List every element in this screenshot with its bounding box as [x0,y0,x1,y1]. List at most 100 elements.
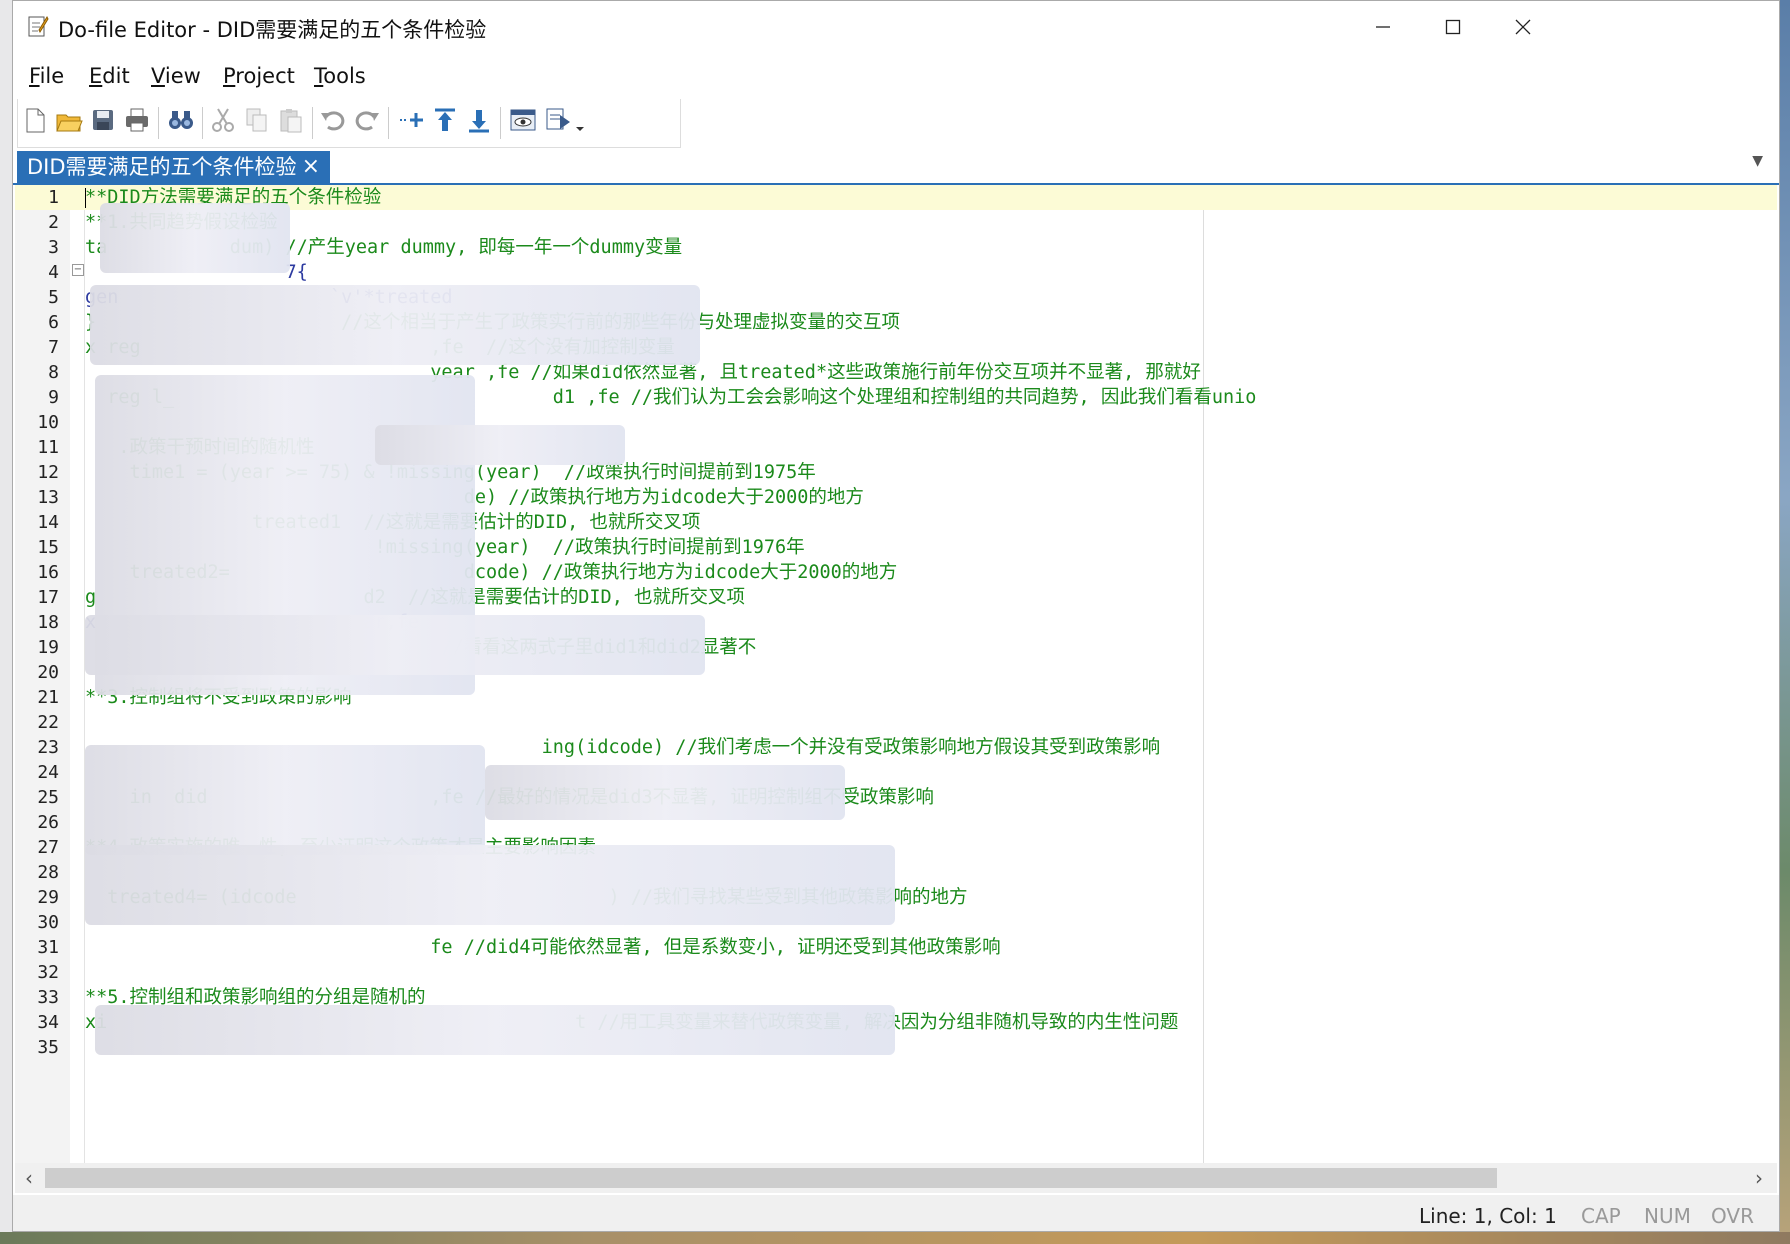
run-do-icon[interactable] [544,105,588,135]
line-number: 1 [48,187,59,208]
code-line[interactable]: 22 [15,710,1777,735]
scroll-left-icon[interactable]: ‹ [25,1166,33,1190]
redacted-region [85,745,485,855]
toolbar-separator [202,107,203,139]
line-number: 13 [37,487,59,508]
line-number: 15 [37,537,59,558]
horizontal-scrollbar[interactable]: ‹ › [15,1163,1777,1193]
move-down-icon[interactable] [464,105,494,135]
status-bar: Line: 1, Col: 1 CAP NUM OVR [13,1195,1779,1231]
line-number: 4 [48,262,59,283]
code-text: fe //did4可能依然显著, 但是系数变小, 证明还受到其他政策影响 [85,937,1001,958]
line-number: 22 [37,712,59,733]
scroll-right-icon[interactable]: › [1755,1166,1763,1190]
show-file-icon[interactable] [508,105,538,135]
line-number: 9 [48,387,59,408]
indent-icon[interactable] [396,105,426,135]
cursor-position: Line: 1, Col: 1 [1419,1204,1557,1228]
line-number: 19 [37,637,59,658]
minimize-icon [1376,26,1390,28]
line-number: 31 [37,937,59,958]
do-file-editor-window: Do-file Editor - DID需要满足的五个条件检验 File Edi… [12,0,1780,1232]
line-number: 28 [37,862,59,883]
toolbar-separator [388,107,389,139]
cut-icon[interactable] [208,105,238,135]
menu-tools[interactable]: Tools [314,64,366,88]
line-number: 20 [37,662,59,683]
tab-close-icon[interactable]: × [302,151,320,183]
line-number: 34 [37,1012,59,1033]
title-bar[interactable]: Do-file Editor - DID需要满足的五个条件检验 [13,1,1779,53]
tab-list-dropdown-icon[interactable]: ▼ [1752,153,1763,169]
code-editor[interactable]: 1**DID方法需要满足的五个条件检验2**1.共同趋势假设检验3ta dum)… [15,185,1777,1163]
toolbar-separator [312,107,313,139]
redacted-region [85,615,705,675]
line-number: 8 [48,362,59,383]
toolbar-separator [158,107,159,139]
fold-toggle-icon[interactable]: − [72,264,84,276]
line-number: 10 [37,412,59,433]
line-number: 3 [48,237,59,258]
menu-file[interactable]: File [29,64,64,88]
line-number: 11 [37,437,59,458]
line-number: 30 [37,912,59,933]
menu-bar: File Edit View Project Tools [13,57,1779,97]
redacted-region [85,845,895,925]
find-icon[interactable] [166,105,196,135]
redacted-region [375,425,625,465]
line-number: 32 [37,962,59,983]
toolbar [17,99,681,148]
line-number: 33 [37,987,59,1008]
minimize-button[interactable] [1343,1,1423,53]
code-line[interactable]: 31 fe //did4可能依然显著, 但是系数变小, 证明还受到其他政策影响 [15,935,1777,960]
paste-icon[interactable] [276,105,306,135]
open-folder-icon[interactable] [54,105,84,135]
desktop-background-bottom [0,1232,1790,1244]
code-line[interactable]: 32 [15,960,1777,985]
maximize-icon [1445,19,1461,35]
scrollbar-thumb[interactable] [45,1168,1497,1188]
line-number: 27 [37,837,59,858]
line-number: 25 [37,787,59,808]
toolbar-separator [500,107,501,139]
line-number: 7 [48,337,59,358]
line-number: 18 [37,612,59,633]
tab-do-file[interactable]: DID需要满足的五个条件检验 × [17,151,330,183]
line-number: 29 [37,887,59,908]
num-lock-indicator: NUM [1644,1204,1691,1228]
menu-edit[interactable]: Edit [89,64,130,88]
redacted-region [100,203,290,273]
line-number: 24 [37,762,59,783]
maximize-button[interactable] [1413,1,1493,53]
caps-lock-indicator: CAP [1581,1204,1621,1228]
do-file-app-icon [27,14,49,38]
redacted-region [485,765,845,820]
line-number: 2 [48,212,59,233]
save-icon[interactable] [88,105,118,135]
line-number: 16 [37,562,59,583]
line-number: 35 [37,1037,59,1058]
line-number: 5 [48,287,59,308]
desktop-background-left [0,0,12,1244]
redo-icon[interactable] [352,105,382,135]
close-icon [1515,19,1531,35]
overwrite-indicator: OVR [1711,1204,1754,1228]
new-file-icon[interactable] [20,105,50,135]
line-number: 14 [37,512,59,533]
line-number: 6 [48,312,59,333]
move-up-icon[interactable] [430,105,460,135]
redacted-region [90,285,700,365]
line-number: 17 [37,587,59,608]
line-number: 21 [37,687,59,708]
undo-icon[interactable] [318,105,348,135]
copy-icon[interactable] [242,105,272,135]
line-number: 26 [37,812,59,833]
tab-bar: DID需要满足的五个条件检验 × ▼ [13,149,1779,185]
close-window-button[interactable] [1483,1,1563,53]
window-title: Do-file Editor - DID需要满足的五个条件检验 [58,18,487,42]
menu-project[interactable]: Project [223,64,295,88]
print-icon[interactable] [122,105,152,135]
line-number: 23 [37,737,59,758]
redacted-region [95,1005,895,1055]
menu-view[interactable]: View [151,64,201,88]
